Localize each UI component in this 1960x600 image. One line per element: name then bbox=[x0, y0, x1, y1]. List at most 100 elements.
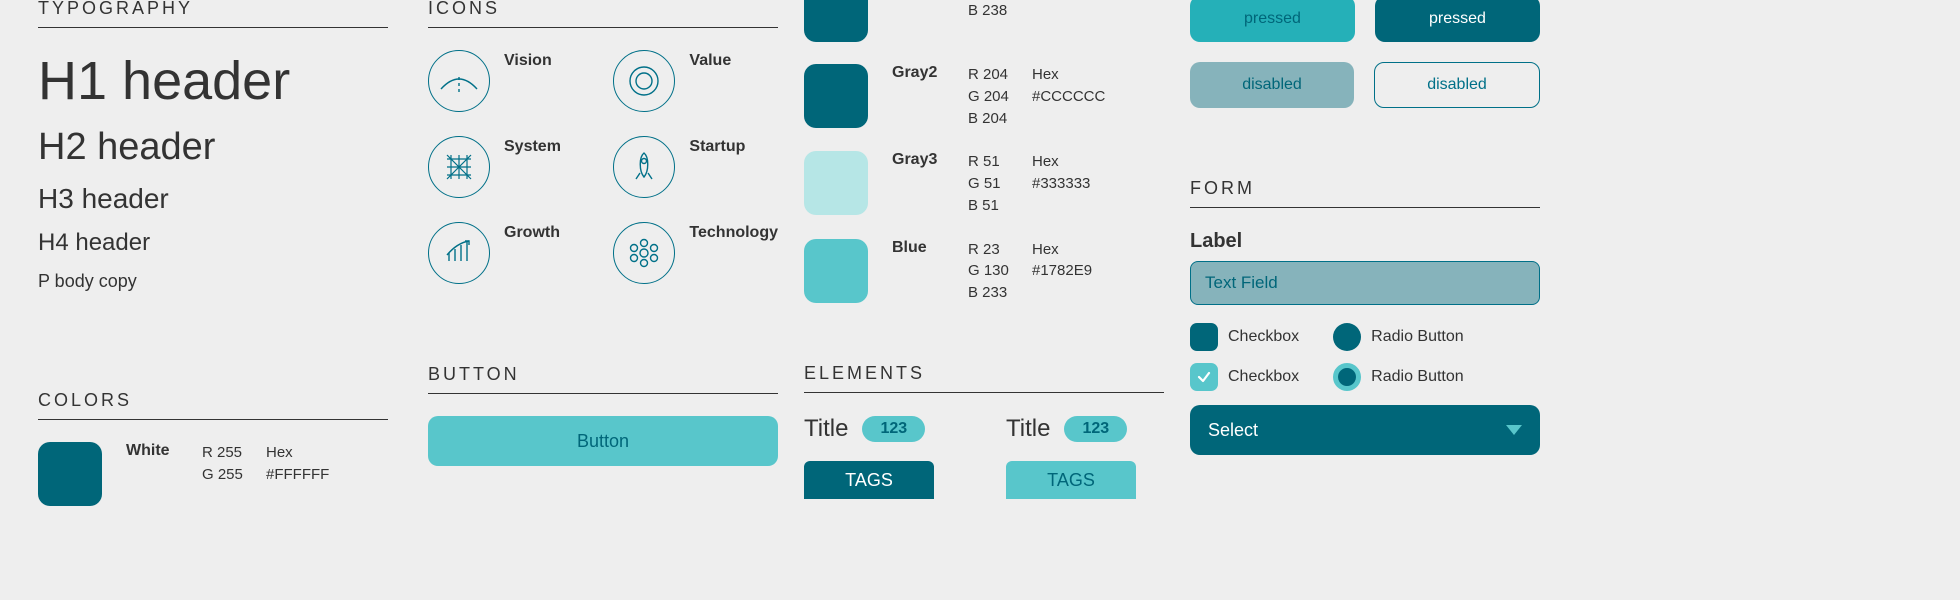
element-title: Title 123 bbox=[804, 415, 925, 443]
swatch-hex-value: #FFFFFF bbox=[266, 464, 329, 486]
swatch-hex: Hex #CCCCCC bbox=[1032, 64, 1105, 108]
select-dropdown[interactable]: Select bbox=[1190, 405, 1540, 455]
swatch-row: Gray3 R 51 G 51 B 51 Hex #333333 bbox=[804, 151, 1164, 216]
elements-col-a: Title 123 TAGS bbox=[804, 415, 962, 499]
swatch-gray1 bbox=[804, 0, 868, 42]
swatch-b: B 238 bbox=[968, 0, 1032, 22]
system-icon bbox=[428, 136, 490, 198]
h2-sample: H2 header bbox=[38, 126, 388, 169]
swatch-r: R 255 bbox=[202, 442, 266, 464]
system-icon-cell: System bbox=[428, 136, 591, 198]
swatch-hex-label: Hex bbox=[1032, 239, 1092, 261]
icon-label: Growth bbox=[504, 224, 560, 242]
button-heading: BUTTON bbox=[428, 364, 778, 394]
swatch-gray3 bbox=[804, 151, 868, 215]
startup-icon bbox=[613, 136, 675, 198]
colors-section: COLORS White R 255 G 255 Hex #FFFFFF bbox=[38, 390, 388, 528]
tag-dark[interactable]: TAGS bbox=[804, 461, 934, 499]
growth-icon-cell: Growth bbox=[428, 222, 591, 284]
swatch-r: R 51 bbox=[968, 151, 1032, 173]
swatch-row: White R 255 G 255 Hex #FFFFFF bbox=[38, 442, 388, 506]
text-field[interactable]: Text Field bbox=[1190, 261, 1540, 305]
icons-heading: ICONS bbox=[428, 0, 778, 28]
h4-sample: H4 header bbox=[38, 229, 388, 257]
technology-icon bbox=[613, 222, 675, 284]
swatch-b: B 204 bbox=[968, 108, 1032, 130]
element-title: Title 123 bbox=[1006, 415, 1127, 443]
icon-label: Startup bbox=[689, 138, 745, 156]
radio-label: Radio Button bbox=[1371, 328, 1464, 346]
form-section: FORM Label Text Field Checkbox Radio But… bbox=[1190, 178, 1540, 455]
swatch-name: Blue bbox=[892, 239, 968, 257]
count-pill: 123 bbox=[862, 416, 925, 442]
technology-icon-cell: Technology bbox=[613, 222, 778, 284]
colors-heading: COLORS bbox=[38, 390, 388, 420]
checkbox-icon bbox=[1190, 323, 1218, 351]
swatch-rgb: R 23 G 130 B 233 bbox=[968, 239, 1032, 304]
swatch-hex-value: #333333 bbox=[1032, 173, 1090, 195]
swatch-row: Gray2 R 204 G 204 B 204 Hex #CCCCCC bbox=[804, 64, 1164, 129]
p-sample: P body copy bbox=[38, 271, 388, 292]
swatch-hex: Hex #FFFFFF bbox=[266, 442, 329, 486]
pressed-button-fill[interactable]: pressed bbox=[1190, 0, 1355, 42]
vision-icon-cell: Vision bbox=[428, 50, 591, 112]
button-states: pressed pressed disabled disabled bbox=[1190, 0, 1540, 128]
element-title-text: Title bbox=[804, 415, 848, 443]
swatch-row: Blue R 23 G 130 B 233 Hex #1782E9 bbox=[804, 239, 1164, 304]
elements-col-b: Title 123 TAGS bbox=[1006, 415, 1164, 499]
tag-light[interactable]: TAGS bbox=[1006, 461, 1136, 499]
swatch-hex: Hex #333333 bbox=[1032, 151, 1090, 195]
h3-sample: H3 header bbox=[38, 183, 388, 215]
swatch-rgb: G 238 B 238 bbox=[968, 0, 1032, 22]
swatch-g: G 130 bbox=[968, 260, 1032, 282]
swatch-hex-value: #CCCCCC bbox=[1032, 86, 1105, 108]
typography-section: TYPOGRAPHY H1 header H2 header H3 header… bbox=[38, 0, 388, 292]
text-field-placeholder: Text Field bbox=[1205, 273, 1278, 293]
swatch-hex-value: #1782E9 bbox=[1032, 260, 1092, 282]
swatch-name: Gray2 bbox=[892, 64, 968, 82]
checkbox-label: Checkbox bbox=[1228, 368, 1299, 386]
primary-button[interactable]: Button bbox=[428, 416, 778, 466]
swatch-hex: Hex #1782E9 bbox=[1032, 239, 1092, 283]
swatch-hex-label: Hex bbox=[266, 442, 329, 464]
swatch-name: White bbox=[126, 442, 202, 460]
checkbox-label: Checkbox bbox=[1228, 328, 1299, 346]
swatches-column: G 238 B 238 #EEEEEE Gray2 R 204 G 204 B … bbox=[804, 0, 1164, 326]
swatch-rgb: R 204 G 204 B 204 bbox=[968, 64, 1032, 129]
swatch-name: Gray3 bbox=[892, 151, 968, 169]
icon-label: Technology bbox=[689, 224, 778, 242]
count-pill: 123 bbox=[1064, 416, 1127, 442]
growth-icon bbox=[428, 222, 490, 284]
chevron-down-icon bbox=[1506, 425, 1522, 435]
startup-icon-cell: Startup bbox=[613, 136, 778, 198]
elements-section: ELEMENTS Title 123 TAGS Title 123 TAGS bbox=[804, 363, 1164, 499]
swatch-rgb: R 51 G 51 B 51 bbox=[968, 151, 1032, 216]
button-section: BUTTON Button bbox=[428, 364, 778, 466]
checkbox-checked[interactable]: Checkbox bbox=[1190, 363, 1299, 391]
element-title-text: Title bbox=[1006, 415, 1050, 443]
pressed-button-solid[interactable]: pressed bbox=[1375, 0, 1540, 42]
checkbox-unchecked[interactable]: Checkbox bbox=[1190, 323, 1299, 351]
swatch-g: G 204 bbox=[968, 86, 1032, 108]
radio-label: Radio Button bbox=[1371, 368, 1464, 386]
icons-section: ICONS Vision Value System bbox=[428, 0, 778, 284]
swatch-r: R 23 bbox=[968, 239, 1032, 261]
disabled-button-fill: disabled bbox=[1190, 62, 1354, 108]
swatch-r: R 204 bbox=[968, 64, 1032, 86]
value-icon bbox=[613, 50, 675, 112]
radio-icon bbox=[1333, 323, 1361, 351]
icon-label: Value bbox=[689, 52, 731, 70]
swatch-g: G 51 bbox=[968, 173, 1032, 195]
swatch-g: G 255 bbox=[202, 464, 266, 486]
swatch-hex-label: Hex bbox=[1032, 64, 1105, 86]
form-label: Label bbox=[1190, 230, 1540, 253]
elements-heading: ELEMENTS bbox=[804, 363, 1164, 393]
radio-outline[interactable]: Radio Button bbox=[1333, 363, 1464, 391]
select-label: Select bbox=[1208, 420, 1258, 441]
radio-selected[interactable]: Radio Button bbox=[1333, 323, 1464, 351]
swatch-rgb: R 255 G 255 bbox=[202, 442, 266, 486]
value-icon-cell: Value bbox=[613, 50, 778, 112]
swatch-hex-label: Hex bbox=[1032, 151, 1090, 173]
swatch-gray2 bbox=[804, 64, 868, 128]
swatch-b: B 233 bbox=[968, 282, 1032, 304]
